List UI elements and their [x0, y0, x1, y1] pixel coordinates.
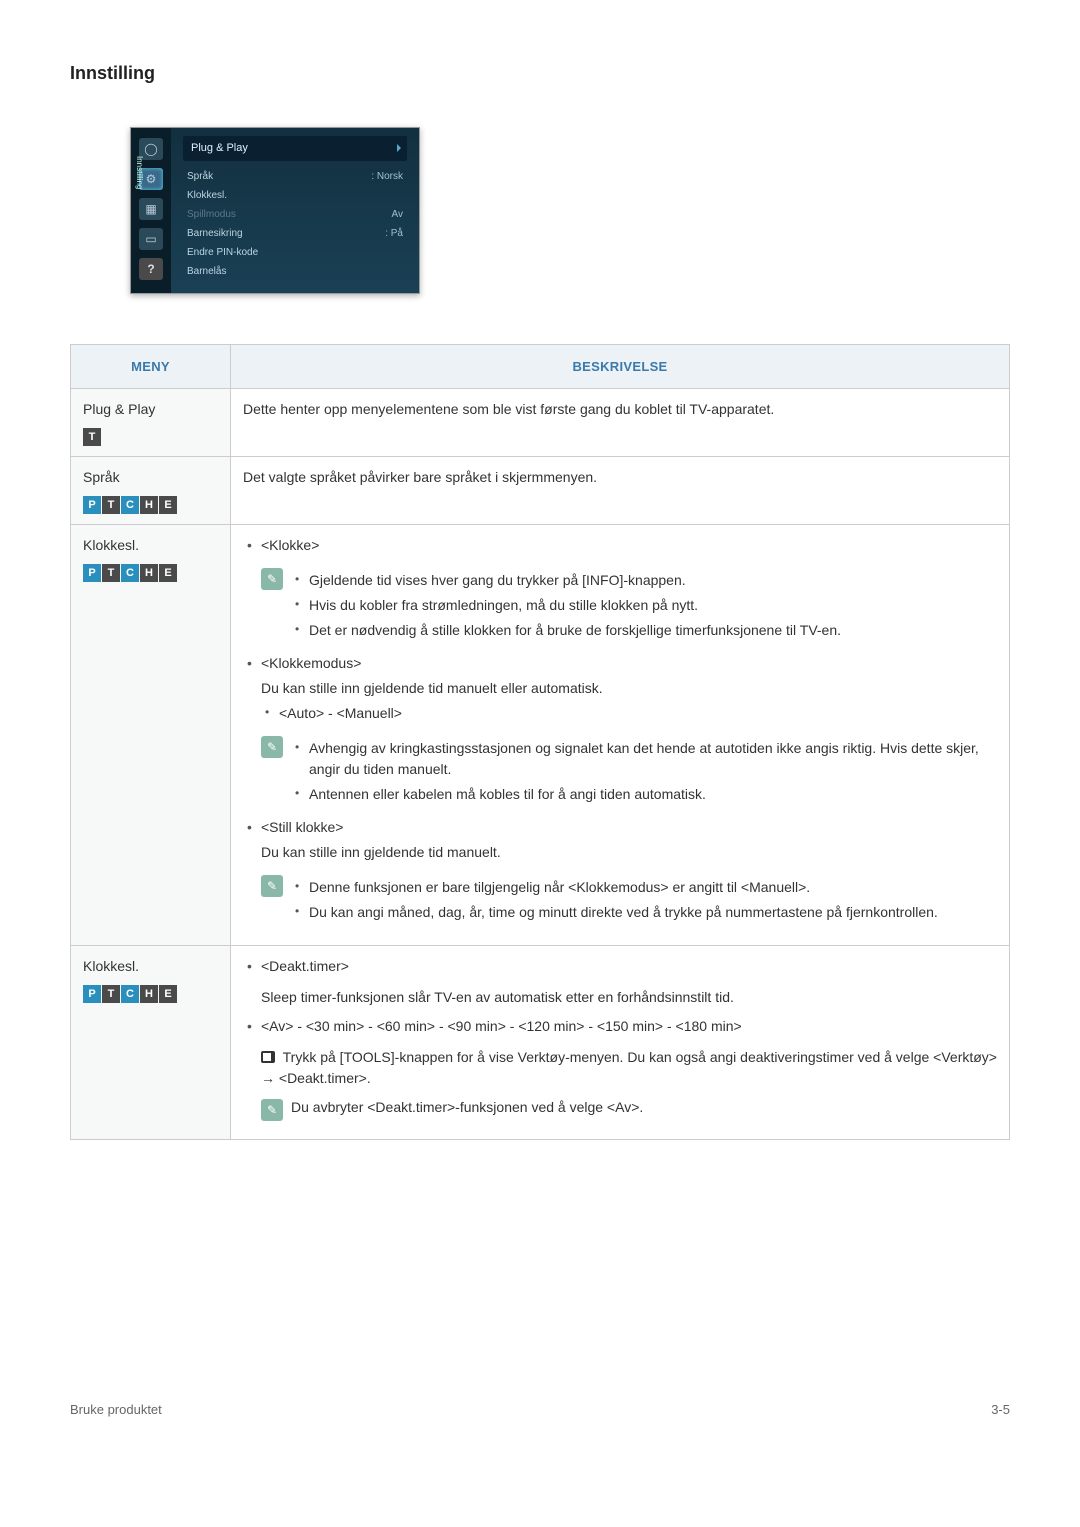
osd-row: SpillmodusAv	[183, 205, 407, 224]
badge-E: E	[159, 985, 177, 1003]
osd-row: Endre PIN-kode	[183, 243, 407, 262]
meny-name: Språk	[83, 467, 218, 488]
settings-table: MENY BESKRIVELSE Plug & Play T Dette hente…	[70, 344, 1010, 1141]
badge-P: P	[83, 564, 101, 582]
footer-left: Bruke produktet	[70, 1400, 162, 1420]
page-title: Innstilling	[70, 60, 1010, 87]
tools-icon	[261, 1051, 275, 1063]
badge-H: H	[140, 496, 158, 514]
note-icon: ✎	[261, 736, 283, 758]
osd-icon-3: ▦	[139, 198, 163, 220]
osd-icon-help: ?	[139, 258, 163, 280]
note-icon: ✎	[261, 875, 283, 897]
footer-right: 3-5	[991, 1400, 1010, 1420]
badge-C: C	[121, 496, 139, 514]
desc-cell: Det valgte språket påvirker bare språket…	[231, 457, 1010, 525]
badge-H: H	[140, 985, 158, 1003]
note-icon: ✎	[261, 1099, 283, 1121]
desc-cell: <Klokke>✎Gjeldende tid vises hver gang d…	[231, 525, 1010, 946]
osd-row: Klokkesl.	[183, 186, 407, 205]
desc-cell: Dette henter opp menyelementene som ble …	[231, 389, 1010, 457]
osd-top-item: Plug & Play	[183, 136, 407, 161]
meny-name: Klokkesl.	[83, 956, 218, 977]
badge-T: T	[102, 496, 120, 514]
osd-row: Barnelås	[183, 262, 407, 281]
note-icon: ✎	[261, 568, 283, 590]
badge-H: H	[140, 564, 158, 582]
osd-row: Barnesikring: På	[183, 224, 407, 243]
th-desc: BESKRIVELSE	[231, 344, 1010, 389]
osd-icon-4: ▭	[139, 228, 163, 250]
badge-C: C	[121, 985, 139, 1003]
badge-T: T	[102, 564, 120, 582]
osd-side-label: Innstilling	[133, 156, 145, 189]
badge-T: T	[102, 985, 120, 1003]
badge-E: E	[159, 496, 177, 514]
badge-E: E	[159, 564, 177, 582]
badge-P: P	[83, 496, 101, 514]
meny-name: Klokkesl.	[83, 535, 218, 556]
page-footer: Bruke produktet 3-5	[70, 1400, 1010, 1420]
meny-name: Plug & Play	[83, 399, 218, 420]
badge-C: C	[121, 564, 139, 582]
badge-T: T	[83, 428, 101, 446]
badge-P: P	[83, 985, 101, 1003]
desc-cell: <Deakt.timer>Sleep timer-funksjonen slår…	[231, 946, 1010, 1140]
osd-row: Språk: Norsk	[183, 167, 407, 186]
osd-screenshot: Innstilling ◯ ⚙ ▦ ▭ ? Plug & Play Språk:…	[130, 127, 420, 294]
th-meny: MENY	[71, 344, 231, 389]
